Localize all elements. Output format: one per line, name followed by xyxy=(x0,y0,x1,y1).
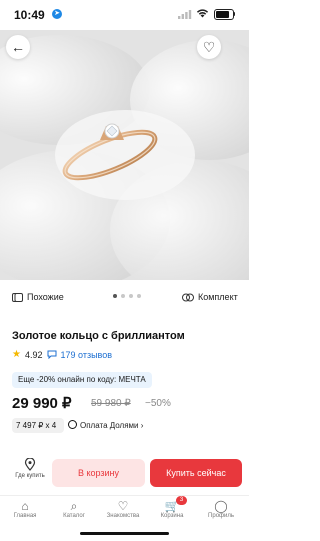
link-rings-icon xyxy=(182,293,194,301)
discount-percent: −50% xyxy=(145,398,171,409)
search-icon: ⌕ xyxy=(70,499,78,513)
page-dot[interactable] xyxy=(129,294,133,298)
old-price: 59 980 ₽ xyxy=(91,398,131,409)
tab-profile[interactable]: ◯ Профиль xyxy=(199,499,243,519)
wifi-icon xyxy=(196,9,209,18)
tab-cart[interactable]: 🛒 Корзина xyxy=(150,499,194,519)
photo-pagination[interactable] xyxy=(113,294,141,298)
set-chip[interactable]: Комплект xyxy=(182,288,238,306)
buy-now-button[interactable]: Купить сейчас xyxy=(150,459,242,487)
page-dot[interactable] xyxy=(121,294,125,298)
split-amount-pill[interactable]: 7 497 ₽ x 4 xyxy=(12,418,64,433)
tab-label: Профиль xyxy=(208,513,234,519)
status-time: 10:49 xyxy=(14,8,45,22)
page-dot[interactable] xyxy=(113,294,117,298)
split-amount: 7 497 ₽ x 4 xyxy=(16,421,57,430)
home-icon: ⌂ xyxy=(21,499,29,513)
set-label: Комплект xyxy=(198,292,238,302)
tab-home[interactable]: ⌂ Главная xyxy=(3,499,47,519)
tab-catalog[interactable]: ⌕ Каталог xyxy=(52,499,96,519)
home-indicator xyxy=(80,532,169,535)
profile-icon: ◯ xyxy=(214,499,228,513)
battery-tip xyxy=(233,12,235,16)
heart-icon: ♡ xyxy=(202,38,216,55)
dolyami-icon xyxy=(68,420,77,429)
cart-icon: 🛒 xyxy=(164,499,180,513)
status-bar: 10:49 ➤ xyxy=(0,0,249,30)
tab-dating[interactable]: ♡ Знакомства xyxy=(101,499,145,519)
back-button[interactable]: ← xyxy=(6,35,30,59)
rating-row[interactable]: ★ 4.92 179 отзывов xyxy=(12,349,112,360)
tab-label: Корзина xyxy=(160,513,184,519)
product-photo[interactable]: ← ♡ xyxy=(0,30,249,280)
split-payment-link[interactable]: Оплата Долями › xyxy=(68,418,143,433)
tab-label: Знакомства xyxy=(106,513,140,519)
ring-image xyxy=(0,30,249,280)
heart-icon: ♡ xyxy=(117,499,129,513)
favorite-button[interactable]: ♡ xyxy=(197,35,221,59)
cart-count-badge: 3 xyxy=(176,496,187,505)
reviews-link[interactable]: 179 отзывов xyxy=(61,350,113,360)
tab-label: Каталог xyxy=(63,513,85,519)
current-price: 29 990 ₽ xyxy=(12,395,72,412)
promo-badge[interactable]: Еще -20% онлайн по коду: МЕЧТА xyxy=(12,372,152,388)
location-pin-icon xyxy=(24,458,36,471)
split-label: Оплата Долями › xyxy=(80,421,144,430)
cellular-signal-icon xyxy=(178,10,192,19)
reviews-icon xyxy=(47,350,56,359)
similar-icon xyxy=(12,292,23,302)
add-to-cart-button[interactable]: В корзину xyxy=(52,459,145,487)
similar-chip[interactable]: Похожие xyxy=(12,288,64,306)
location-icon: ➤ xyxy=(52,9,62,19)
where-to-buy[interactable]: Где купить xyxy=(10,458,50,479)
star-icon: ★ xyxy=(12,349,21,360)
battery-icon xyxy=(214,9,234,20)
product-title: Золотое кольцо с бриллиантом xyxy=(12,330,185,342)
rating-value: 4.92 xyxy=(24,349,43,360)
similar-label: Похожие xyxy=(27,292,64,302)
tab-label: Главная xyxy=(13,513,37,519)
page-dot[interactable] xyxy=(137,294,141,298)
arrow-left-icon: ← xyxy=(11,39,25,55)
where-to-buy-label: Где купить xyxy=(15,473,45,479)
